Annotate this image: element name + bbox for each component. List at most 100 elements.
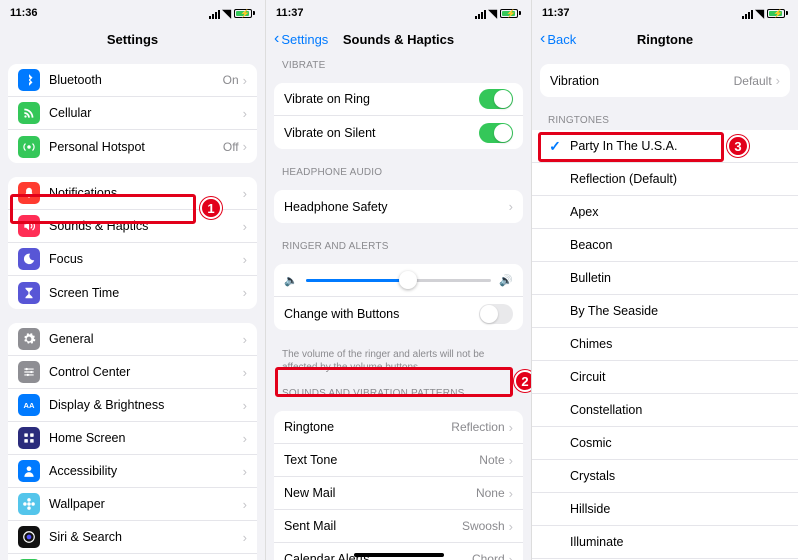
chevron-right-icon: › xyxy=(509,486,513,501)
phone-sounds: 11:37 ◥ ⚡ ‹Settings Sounds & Haptics VIB… xyxy=(266,0,532,560)
page-title: Sounds & Haptics xyxy=(343,32,454,47)
chevron-left-icon: ‹ xyxy=(540,31,545,47)
ringtone-label: Beacon xyxy=(570,238,788,252)
siri-icon xyxy=(18,526,40,548)
row-screen-time[interactable]: Screen Time› xyxy=(8,276,257,309)
chevron-right-icon: › xyxy=(776,73,780,88)
chevron-right-icon: › xyxy=(243,497,247,512)
row-focus[interactable]: Focus› xyxy=(8,243,257,276)
row-calendar-alerts[interactable]: Calendar AlertsChord› xyxy=(274,543,523,560)
chevron-right-icon: › xyxy=(243,186,247,201)
battery-icon: ⚡ xyxy=(234,9,255,18)
row-value: Note xyxy=(479,453,504,467)
signal-icon xyxy=(208,7,220,19)
row-label: Siri & Search xyxy=(49,530,243,544)
chevron-right-icon: › xyxy=(243,464,247,479)
ringtone-party-in-the-u-s-a-[interactable]: ✓Party In The U.S.A. xyxy=(532,130,798,163)
row-vibration[interactable]: Vibration Default › xyxy=(540,64,790,97)
row-value: Chord xyxy=(472,552,505,560)
chevron-right-icon: › xyxy=(243,530,247,545)
nav-bar: Settings xyxy=(0,22,265,56)
row-label: General xyxy=(49,332,243,346)
row-label: New Mail xyxy=(284,486,476,500)
volume-slider-row: 🔈 🔊 xyxy=(274,264,523,297)
row-change-with-buttons[interactable]: Change with Buttons xyxy=(274,297,523,330)
ringtone-chimes[interactable]: Chimes xyxy=(532,328,798,361)
row-label: Cellular xyxy=(49,106,243,120)
page-title: Ringtone xyxy=(637,32,693,47)
speaker-low-icon: 🔈 xyxy=(284,274,298,287)
row-personal-hotspot[interactable]: Personal HotspotOff› xyxy=(8,130,257,163)
ringtone-cosmic[interactable]: Cosmic xyxy=(532,427,798,460)
row-accessibility[interactable]: Accessibility› xyxy=(8,455,257,488)
row-text-tone[interactable]: Text ToneNote› xyxy=(274,444,523,477)
hourglass-icon xyxy=(18,282,40,304)
ringtone-label: Illuminate xyxy=(570,535,788,549)
ringtone-illuminate[interactable]: Illuminate xyxy=(532,526,798,559)
row-vibrate-silent[interactable]: Vibrate on Silent xyxy=(274,116,523,149)
wifi-icon: ◥ xyxy=(756,7,764,20)
row-value: None xyxy=(476,486,505,500)
bluetooth-icon xyxy=(18,69,40,91)
back-button[interactable]: ‹Settings xyxy=(274,31,328,47)
ringtone-circuit[interactable]: Circuit xyxy=(532,361,798,394)
wifi-icon: ◥ xyxy=(489,7,497,20)
row-control-center[interactable]: Control Center› xyxy=(8,356,257,389)
row-ringtone[interactable]: RingtoneReflection› xyxy=(274,411,523,444)
toggle-vibrate-ring[interactable] xyxy=(479,89,513,109)
chevron-left-icon: ‹ xyxy=(274,31,279,47)
toggle-vibrate-silent[interactable] xyxy=(479,123,513,143)
ringtone-apex[interactable]: Apex xyxy=(532,196,798,229)
ringtone-label: Cosmic xyxy=(570,436,788,450)
ringtone-by-the-seaside[interactable]: By The Seaside xyxy=(532,295,798,328)
ringtone-crystals[interactable]: Crystals xyxy=(532,460,798,493)
row-vibrate-ring[interactable]: Vibrate on Ring xyxy=(274,83,523,116)
volume-slider[interactable] xyxy=(306,279,492,282)
sliders-icon xyxy=(18,361,40,383)
ringtone-hillside[interactable]: Hillside xyxy=(532,493,798,526)
row-sent-mail[interactable]: Sent MailSwoosh› xyxy=(274,510,523,543)
chevron-right-icon: › xyxy=(243,398,247,413)
row-label: Screen Time xyxy=(49,286,243,300)
ringtone-reflection-default-[interactable]: Reflection (Default) xyxy=(532,163,798,196)
settings-list[interactable]: BluetoothOn›Cellular›Personal HotspotOff… xyxy=(0,56,265,560)
back-button[interactable]: ‹Back xyxy=(540,31,576,47)
row-wallpaper[interactable]: Wallpaper› xyxy=(8,488,257,521)
row-label: Personal Hotspot xyxy=(49,140,223,154)
chevron-right-icon: › xyxy=(243,252,247,267)
cellular-icon xyxy=(18,102,40,124)
hotspot-icon xyxy=(18,136,40,158)
ringtone-beacon[interactable]: Beacon xyxy=(532,229,798,262)
row-bluetooth[interactable]: BluetoothOn› xyxy=(8,64,257,97)
clock: 11:36 xyxy=(10,7,38,19)
row-label: Text Tone xyxy=(284,453,479,467)
ringtone-label: Reflection (Default) xyxy=(570,172,788,186)
toggle-change-buttons[interactable] xyxy=(479,304,513,324)
chevron-right-icon: › xyxy=(243,431,247,446)
row-label: Display & Brightness xyxy=(49,398,243,412)
row-headphone-safety[interactable]: Headphone Safety › xyxy=(274,190,523,223)
ringtone-list[interactable]: Vibration Default › RINGTONES ✓Party In … xyxy=(532,56,798,560)
row-siri-search[interactable]: Siri & Search› xyxy=(8,521,257,554)
sounds-list[interactable]: VIBRATE Vibrate on Ring Vibrate on Silen… xyxy=(266,56,531,560)
phone-settings: 11:36 ◥ ⚡ Settings BluetoothOn›Cellular›… xyxy=(0,0,266,560)
ringtone-label: Constellation xyxy=(570,403,788,417)
row-label: Sounds & Haptics xyxy=(49,219,243,233)
row-notifications[interactable]: Notifications› xyxy=(8,177,257,210)
chevron-right-icon: › xyxy=(509,552,513,560)
row-general[interactable]: General› xyxy=(8,323,257,356)
row-sounds-haptics[interactable]: Sounds & Haptics› xyxy=(8,210,257,243)
phone-ringtone: 11:37 ◥ ⚡ ‹Back Ringtone Vibration Defau… xyxy=(532,0,798,560)
row-cellular[interactable]: Cellular› xyxy=(8,97,257,130)
row-value: Reflection xyxy=(451,420,504,434)
ringtone-constellation[interactable]: Constellation xyxy=(532,394,798,427)
signal-icon xyxy=(474,7,486,19)
row-new-mail[interactable]: New MailNone › xyxy=(274,477,523,510)
ringtone-label: Hillside xyxy=(570,502,788,516)
row-display-brightness[interactable]: Display & Brightness› xyxy=(8,389,257,422)
row-face-id-passcode[interactable]: Face ID & Passcode› xyxy=(8,554,257,560)
chevron-right-icon: › xyxy=(243,106,247,121)
ringtone-bulletin[interactable]: Bulletin xyxy=(532,262,798,295)
ringtone-label: Apex xyxy=(570,205,788,219)
row-home-screen[interactable]: Home Screen› xyxy=(8,422,257,455)
